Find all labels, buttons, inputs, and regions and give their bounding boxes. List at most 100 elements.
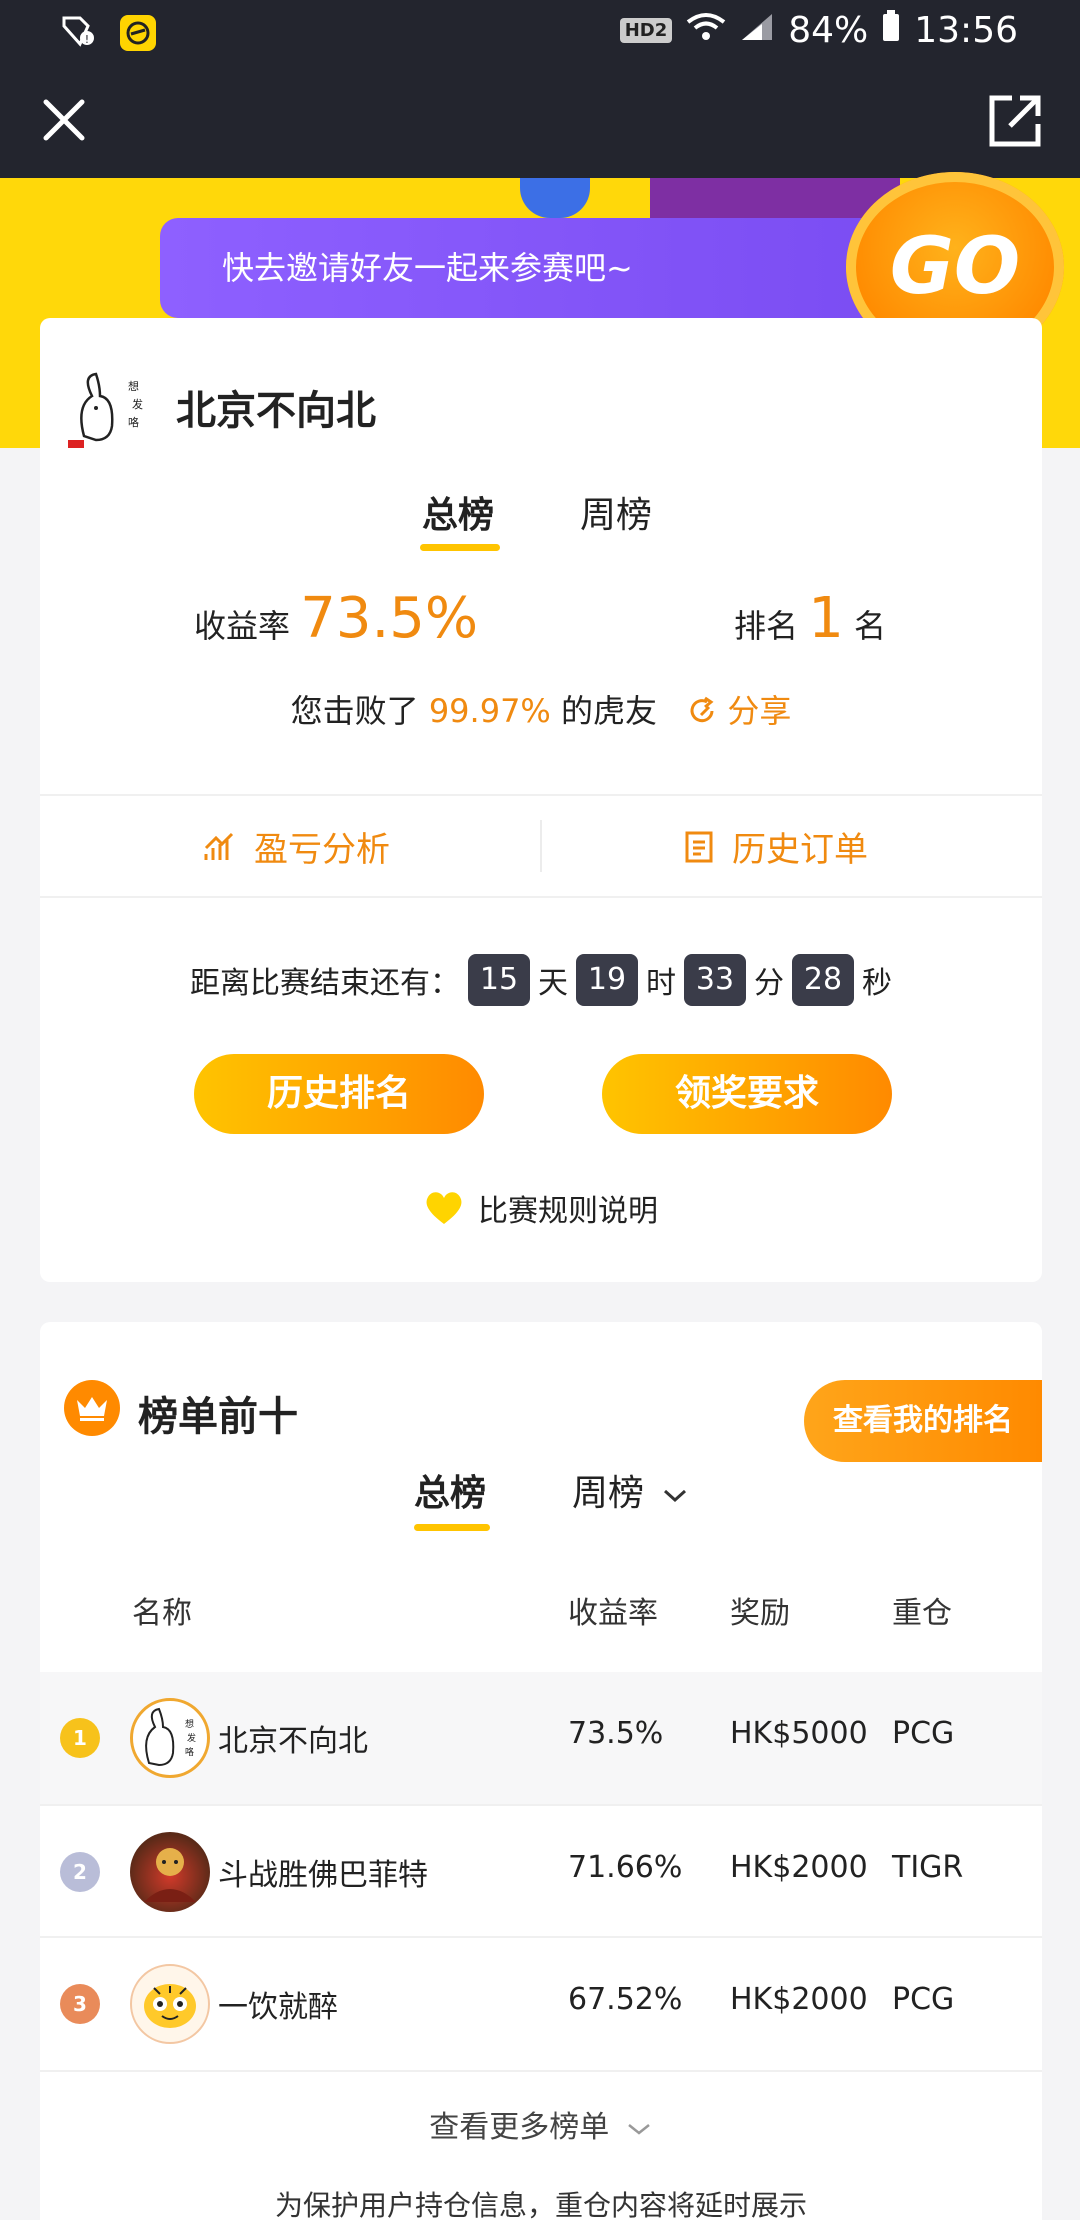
divider [40, 794, 1042, 796]
gold-medal-icon: 1 [60, 1718, 100, 1758]
crown-icon [77, 1397, 107, 1421]
row-reward: HK$2000 [730, 1850, 868, 1885]
rank-stat: 排名 1 名 [734, 586, 886, 651]
battery-icon [882, 10, 900, 51]
delay-notice: 为保护用户持仓信息，重仓内容将延时展示 [274, 2189, 807, 2220]
close-button[interactable] [38, 94, 90, 146]
countdown-label: 距离比赛结束还有： [190, 966, 460, 1001]
row-yield: 71.66% [568, 1850, 683, 1885]
beat-value: 99.97% [428, 692, 551, 730]
view-more-leaderboard-link[interactable]: 查看更多榜单 [40, 2102, 1042, 2146]
row-holding: PCG [892, 1716, 955, 1751]
rank-label: 排名 [734, 607, 799, 645]
share-button[interactable] [986, 92, 1044, 150]
countdown-seconds: 28 [792, 954, 854, 1006]
avatar: 想发咯 [130, 1698, 210, 1778]
table-row[interactable]: 2 斗战胜佛巴菲特 71.66% HK$2000 TIGR [40, 1806, 1042, 1938]
minutes-unit: 分 [754, 966, 784, 1001]
rank-value: 1 [808, 586, 844, 651]
row-yield: 67.52% [568, 1982, 683, 2017]
shield-notification-icon: ! [60, 14, 98, 52]
row-holding: TIGR [892, 1850, 964, 1885]
beat-prefix: 您击败了 [290, 692, 419, 730]
battery-level: 84% [788, 10, 869, 51]
prize-requirements-button[interactable]: 领奖要求 [602, 1054, 892, 1134]
svg-text:!: ! [85, 33, 89, 46]
divider [540, 820, 542, 872]
crown-badge [64, 1380, 120, 1436]
avatar [130, 1964, 210, 2044]
svg-text:想: 想 [128, 379, 139, 393]
share-link[interactable]: 分享 [687, 692, 791, 730]
history-rank-button[interactable]: 历史排名 [194, 1054, 484, 1134]
tab-weekly[interactable]: 周榜 [580, 486, 652, 538]
pnl-analysis-label: 盈亏分析 [254, 830, 390, 870]
chevron-down-icon [664, 1489, 687, 1503]
clock: 13:56 [914, 10, 1018, 51]
svg-text:想: 想 [185, 1718, 194, 1730]
view-my-rank-button[interactable]: 查看我的排名 [804, 1380, 1042, 1462]
yield-label: 收益率 [194, 607, 291, 645]
silver-medal-icon: 2 [60, 1852, 100, 1892]
share-icon [690, 696, 714, 723]
beat-suffix: 的虎友 [561, 692, 658, 730]
rules-label: 比赛规则说明 [478, 1194, 658, 1229]
tab-weekly-label: 周榜 [572, 1473, 645, 1514]
wifi-icon [686, 10, 726, 51]
table-row[interactable]: 3 一饮就醉 67.52% HK$2000 PCG [40, 1938, 1042, 2070]
user-name: 北京不向北 [176, 388, 376, 434]
status-bar: ! HD2 84% 13:56 [0, 0, 1080, 66]
avatar: 想发咯 [66, 366, 152, 452]
divider [40, 896, 1042, 898]
order-history-label: 历史订单 [732, 830, 868, 870]
column-header-holding: 重仓 [892, 1596, 952, 1631]
bronze-medal-icon: 3 [60, 1984, 100, 2024]
signal-icon [740, 10, 774, 51]
svg-text:咯: 咯 [185, 1746, 194, 1758]
rules-link[interactable]: 比赛规则说明 [40, 1186, 1042, 1230]
banner-decoration [520, 178, 590, 218]
hours-unit: 时 [646, 966, 676, 1001]
heart-icon [426, 1192, 462, 1224]
countdown-minutes: 33 [684, 954, 746, 1006]
leaderboard-card: 榜单前十 查看我的排名 总榜 周榜 名称 收益率 奖励 重仓 1 想发咯 北京不… [40, 1322, 1042, 2220]
profile-tabs: 总榜 周榜 [40, 468, 1042, 551]
hd-badge: HD2 [619, 18, 673, 43]
row-name: 一饮就醉 [218, 1990, 338, 2025]
active-tab-underline [414, 1524, 490, 1531]
row-name: 北京不向北 [218, 1724, 368, 1759]
close-icon [43, 99, 85, 141]
row-holding: PCG [892, 1982, 955, 2017]
pnl-analysis-link[interactable]: 盈亏分析 [202, 822, 390, 871]
seconds-unit: 秒 [862, 966, 892, 1001]
tiger-app-icon [120, 15, 156, 51]
yield-value: 73.5% [300, 586, 479, 651]
order-history-link[interactable]: 历史订单 [684, 822, 868, 871]
invite-friends-bar[interactable]: 快去邀请好友一起来参赛吧~ [160, 218, 920, 318]
column-header-name: 名称 [132, 1596, 192, 1631]
view-more-label: 查看更多榜单 [429, 2110, 610, 2145]
rank-unit: 名 [854, 607, 887, 645]
chart-icon [204, 832, 234, 860]
row-reward: HK$5000 [730, 1716, 868, 1751]
column-header-yield: 收益率 [568, 1596, 658, 1631]
countdown-days: 15 [468, 954, 530, 1006]
tab-total[interactable]: 总榜 [422, 486, 494, 538]
document-icon [685, 831, 713, 862]
external-share-icon [989, 95, 1041, 147]
tab-weekly-dropdown[interactable]: 周榜 [572, 1464, 689, 1516]
row-yield: 73.5% [568, 1716, 664, 1751]
chevron-down-icon [627, 2124, 650, 2135]
row-name: 斗战胜佛巴菲特 [218, 1858, 428, 1893]
leaderboard-title: 榜单前十 [138, 1394, 298, 1440]
beat-summary: 您击败了 99.97% 的虎友 分享 [40, 686, 1042, 732]
avatar [130, 1832, 210, 1912]
svg-text:发: 发 [132, 397, 143, 411]
days-unit: 天 [538, 966, 568, 1001]
table-row[interactable]: 1 想发咯 北京不向北 73.5% HK$5000 PCG [40, 1672, 1042, 1804]
share-label: 分享 [727, 692, 792, 730]
column-header-reward: 奖励 [730, 1596, 790, 1631]
profile-card: 想发咯 北京不向北 总榜 周榜 收益率 73.5% 排名 1 名 您击败了 99… [40, 318, 1042, 1282]
tab-total[interactable]: 总榜 [414, 1464, 486, 1516]
row-reward: HK$2000 [730, 1982, 868, 2017]
